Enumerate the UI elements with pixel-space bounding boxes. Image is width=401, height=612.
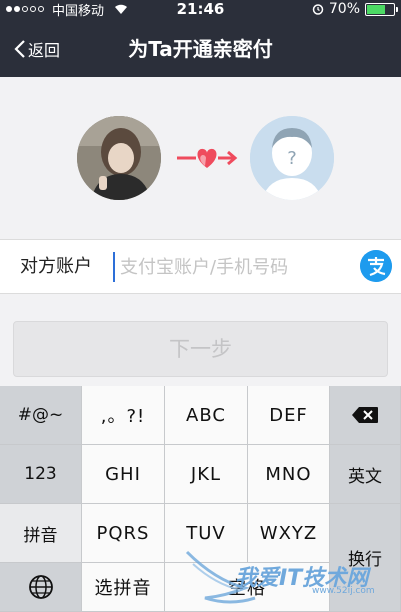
key-def[interactable]: DEF <box>248 386 330 445</box>
arrow-heart-icon <box>177 148 238 168</box>
my-avatar <box>77 116 161 200</box>
key-pinyin[interactable]: 拼音 <box>0 504 82 563</box>
status-right: 70% <box>312 0 398 18</box>
navigation-bar: 返回 为Ta开通亲密付 <box>0 20 401 77</box>
key-wxyz[interactable]: WXYZ <box>248 504 330 563</box>
key-tuv[interactable]: TUV <box>165 504 248 563</box>
watermark-url: www.52ij.com <box>312 586 375 596</box>
key-english[interactable]: 英文 <box>330 445 401 504</box>
next-step-button[interactable]: 下一步 <box>13 321 388 377</box>
account-input[interactable] <box>113 252 348 282</box>
svg-text:?: ? <box>287 148 297 169</box>
key-symbols[interactable]: #@~ <box>0 386 82 445</box>
account-label: 对方账户 <box>20 256 92 277</box>
key-abc[interactable]: ABC <box>165 386 248 445</box>
alarm-icon <box>312 4 324 15</box>
top-bar: 中国移动 21:46 70% 返回 为Ta开通亲密付 <box>0 0 401 77</box>
key-numbers[interactable]: 123 <box>0 445 82 504</box>
key-pqrs[interactable]: PQRS <box>82 504 165 563</box>
battery-icon <box>365 2 398 16</box>
battery-percent: 70% <box>328 1 360 17</box>
page-title: 为Ta开通亲密付 <box>128 37 273 61</box>
account-field-row: 对方账户 <box>0 239 401 294</box>
key-backspace[interactable] <box>330 386 401 445</box>
key-ghi[interactable]: GHI <box>82 445 165 504</box>
key-globe[interactable] <box>0 563 82 612</box>
recipient-avatar: ? <box>250 116 334 200</box>
key-punctuation[interactable]: ,。?! <box>82 386 165 445</box>
globe-icon <box>28 575 53 599</box>
key-select-pinyin[interactable]: 选拼音 <box>82 563 165 612</box>
key-jkl[interactable]: JKL <box>165 445 248 504</box>
backspace-icon <box>352 407 378 423</box>
alipay-icon[interactable] <box>360 250 392 282</box>
avatar-area: ? <box>0 77 401 239</box>
key-mno[interactable]: MNO <box>248 445 330 504</box>
status-bar: 中国移动 21:46 70% <box>0 0 401 19</box>
